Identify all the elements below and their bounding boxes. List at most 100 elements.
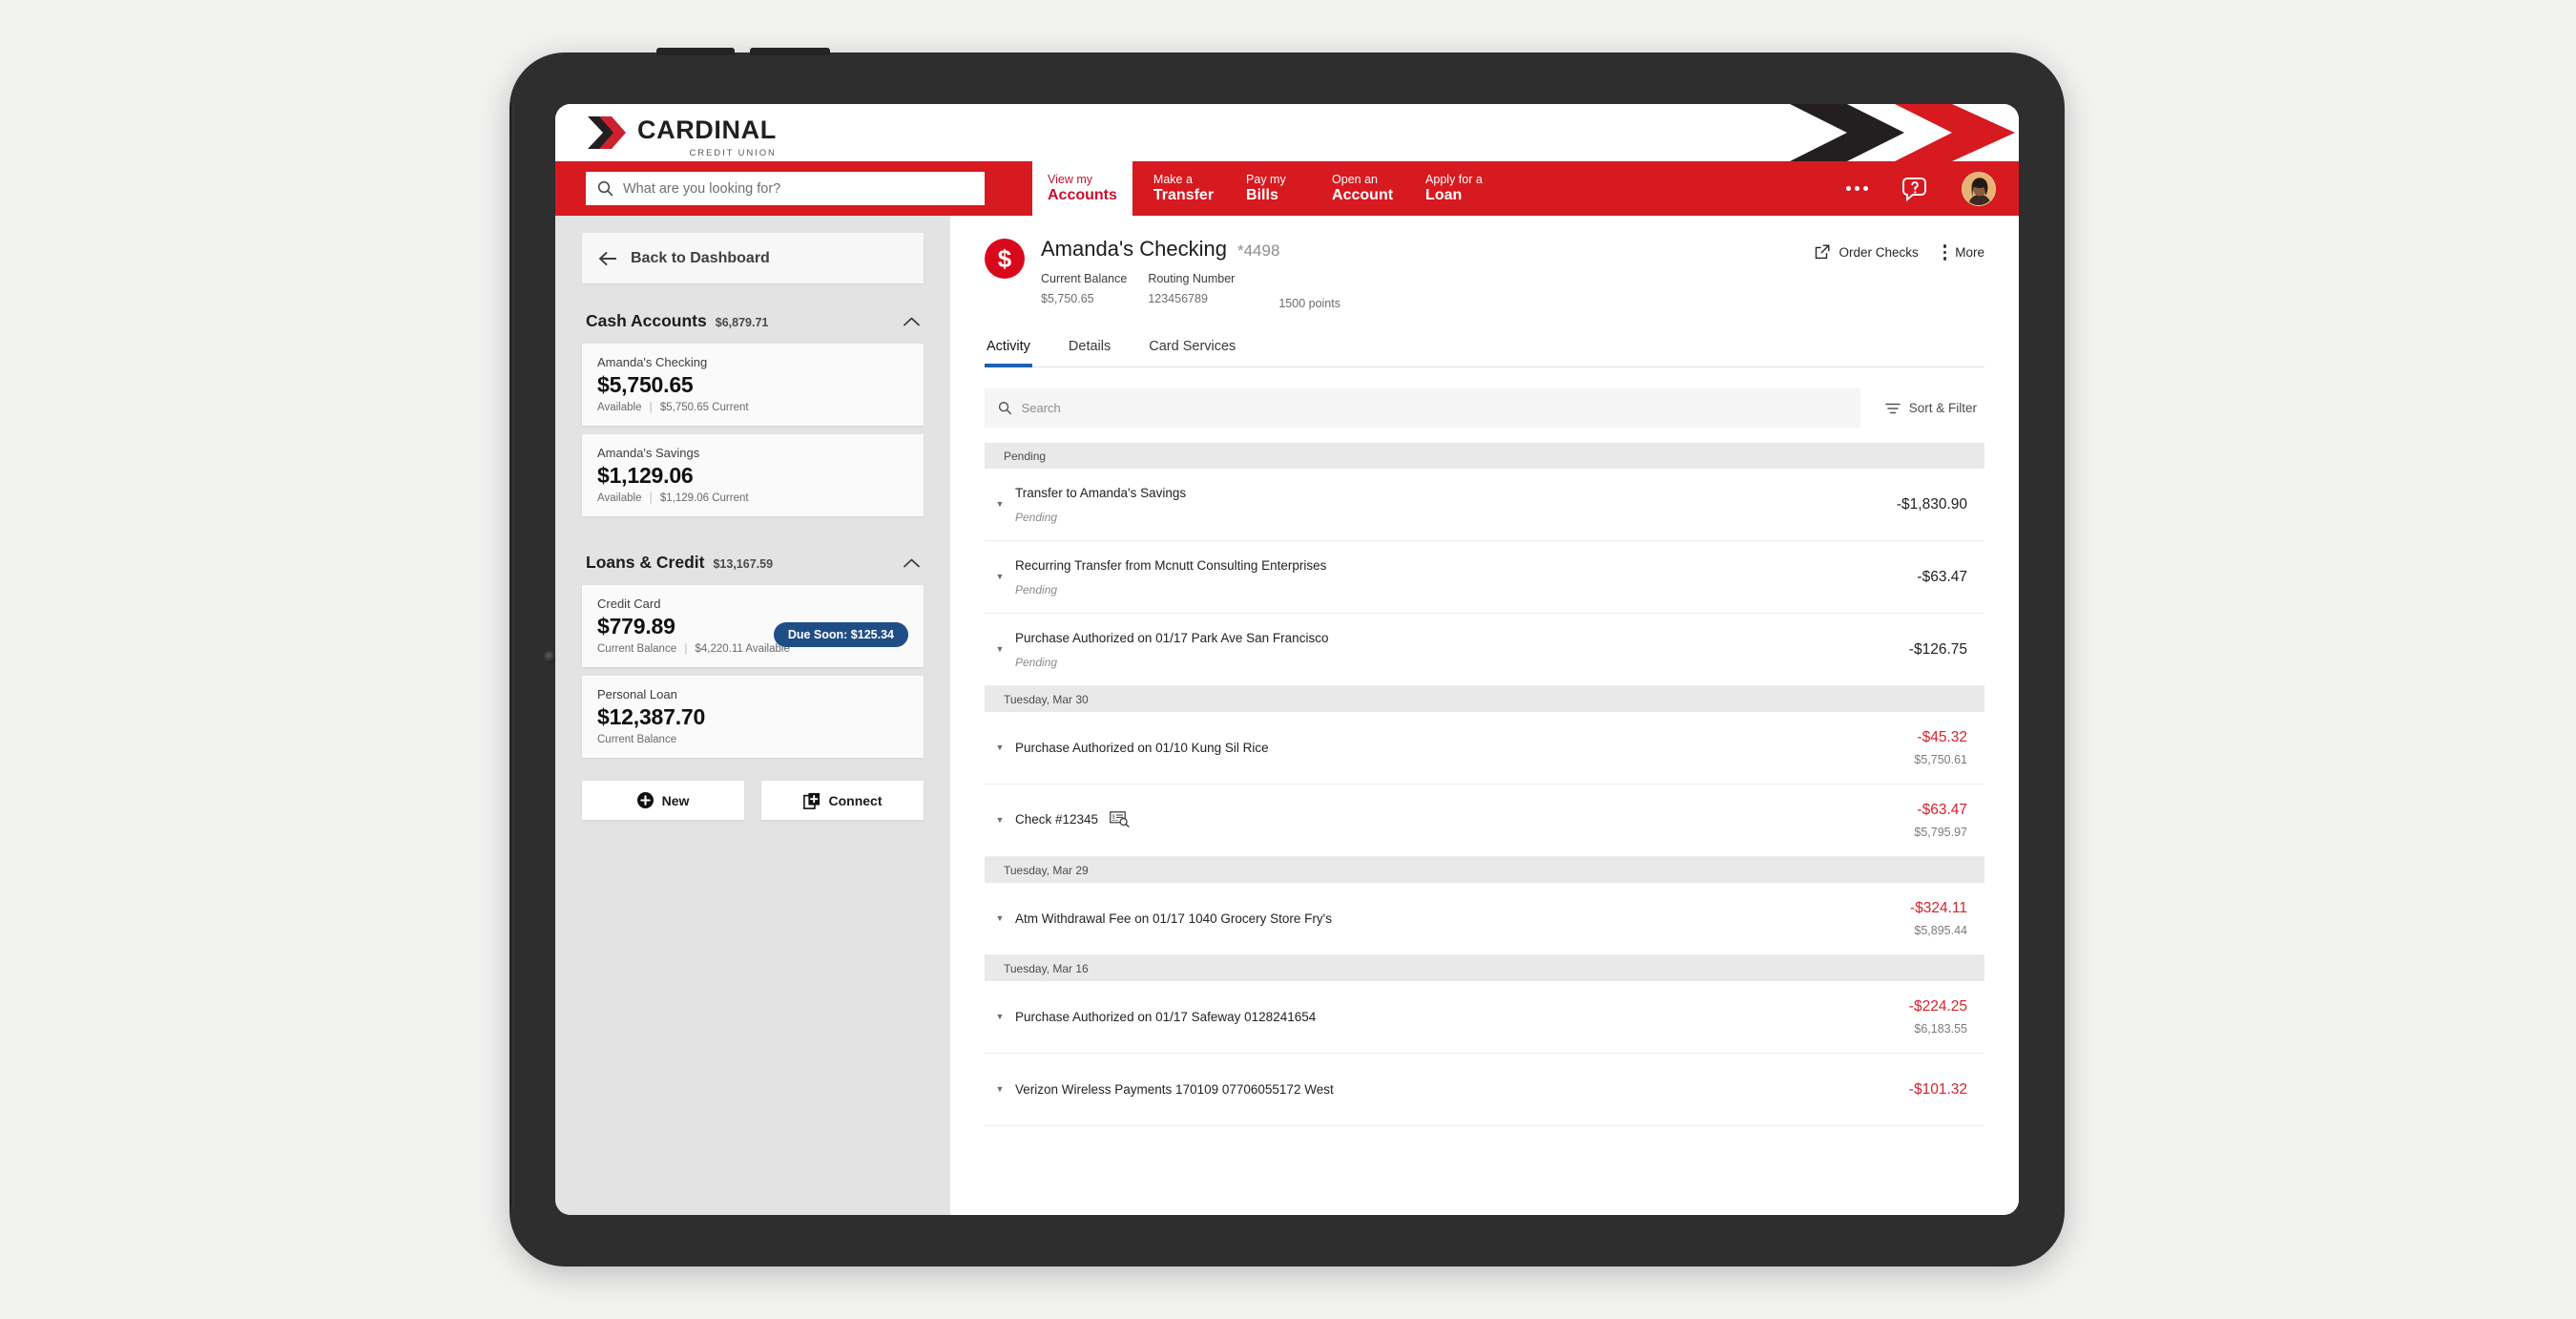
field-label: Routing Number <box>1148 272 1236 285</box>
help-chat-icon[interactable] <box>1901 175 1929 203</box>
table-row[interactable]: ▼ Transfer to Amanda's Savings Pending -… <box>985 469 1984 541</box>
global-search-input[interactable] <box>623 180 973 197</box>
nav-item-apply-for-a-loan[interactable]: Apply for a Loan <box>1425 161 1483 216</box>
transaction-amount-cell: -$324.11 $5,895.44 <box>1834 900 1977 937</box>
field-points: 1500 points <box>1278 290 1340 310</box>
ellipsis-icon[interactable] <box>1846 186 1868 191</box>
transaction-description-cell: Purchase Authorized on 01/17 Safeway 012… <box>1011 1010 1834 1024</box>
transaction-amount: -$1,830.90 <box>1896 495 1967 513</box>
new-account-button[interactable]: New <box>582 781 744 820</box>
transaction-amount: -$126.75 <box>1908 640 1967 658</box>
transaction-search-box[interactable] <box>985 388 1860 428</box>
account-header: $ Amanda's Checking *4498 Current Balanc… <box>985 237 1984 310</box>
transaction-amount-cell: -$1,830.90 <box>1834 496 1977 513</box>
connect-account-button[interactable]: Connect <box>761 781 924 820</box>
sidebar-actions: New Connect <box>582 781 924 820</box>
nav-item-pay-my-bills[interactable]: Pay my Bills <box>1246 161 1299 216</box>
tab-activity[interactable]: Activity <box>985 339 1032 367</box>
transaction-description-cell: Purchase Authorized on 01/10 Kung Sil Ri… <box>1011 741 1834 755</box>
points-value: 1500 points <box>1278 297 1340 310</box>
account-title-row: Amanda's Checking *4498 <box>1041 237 1361 262</box>
order-checks-button[interactable]: Order Checks <box>1815 244 1919 260</box>
search-icon <box>597 180 613 197</box>
account-meta-right: $1,129.06 Current <box>659 492 749 504</box>
user-avatar[interactable] <box>1962 171 1996 206</box>
sort-and-filter-label: Sort & Filter <box>1908 401 1977 415</box>
expand-caret-icon[interactable]: ▼ <box>988 743 1011 752</box>
table-row[interactable]: ▼ Purchase Authorized on 01/10 Kung Sil … <box>985 712 1984 785</box>
arrow-left-icon <box>599 251 616 265</box>
nav-item-line2: Account <box>1332 187 1394 204</box>
tab-card-services[interactable]: Card Services <box>1147 339 1237 367</box>
expand-caret-icon[interactable]: ▼ <box>988 816 1011 825</box>
nav-item-line1: Open an <box>1332 172 1379 186</box>
transaction-status: Pending <box>1015 510 1058 524</box>
transaction-amount: -$101.32 <box>1908 1080 1967 1098</box>
plus-circle-icon <box>636 792 654 808</box>
section-header-loans-and-credit[interactable]: Loans & Credit $13,167.59 <box>582 525 924 585</box>
transaction-group-header: Tuesday, Mar 16 <box>985 955 1984 981</box>
table-row[interactable]: ▼ Recurring Transfer from Mcnutt Consult… <box>985 541 1984 614</box>
transaction-status: Pending <box>1015 582 1058 597</box>
expand-caret-icon[interactable]: ▼ <box>988 645 1011 654</box>
account-name: Amanda's Checking <box>597 355 708 369</box>
table-row[interactable]: ▼ Purchase Authorized on 01/17 Safeway 0… <box>985 981 1984 1054</box>
tab-details[interactable]: Details <box>1067 339 1112 367</box>
sidebar-account-credit-card[interactable]: Credit Card $779.89 Due Soon: $125.34 Cu… <box>582 585 924 667</box>
svg-text:$: $ <box>1111 814 1114 820</box>
cardinal-chevron-logo-icon <box>588 116 626 149</box>
transaction-description: Purchase Authorized on 01/17 Safeway 012… <box>1015 1010 1317 1024</box>
status-badge-due-soon: Due Soon: $125.34 <box>773 622 908 647</box>
section-header-cash-accounts[interactable]: Cash Accounts $6,879.71 <box>582 283 924 344</box>
account-name: Amanda's Savings <box>597 446 700 460</box>
sidebar-account-amandas-savings[interactable]: Amanda's Savings $1,129.06 Available | $… <box>582 434 924 516</box>
table-row[interactable]: ▼ Purchase Authorized on 01/17 Park Ave … <box>985 614 1984 686</box>
table-row[interactable]: ▼ Check #12345 $ -$63.47 $5,795.97 <box>985 785 1984 857</box>
volume-down-button[interactable] <box>750 48 830 55</box>
field-value: 123456789 <box>1148 292 1208 305</box>
transaction-group-header: Tuesday, Mar 30 <box>985 686 1984 712</box>
transaction-description-cell: Transfer to Amanda's Savings Pending <box>1011 486 1834 524</box>
global-search-box[interactable] <box>586 172 985 205</box>
transaction-search-input[interactable] <box>1021 401 1847 415</box>
view-check-image-icon[interactable]: $ <box>1110 810 1130 830</box>
meta-divider: | <box>649 402 653 413</box>
expand-caret-icon[interactable]: ▼ <box>988 1085 1011 1094</box>
transaction-amount-cell: -$101.32 <box>1834 1081 1977 1099</box>
transaction-group-header: Tuesday, Mar 29 <box>985 857 1984 883</box>
more-options-button[interactable]: More <box>1942 244 1984 261</box>
account-name: Credit Card <box>597 597 661 611</box>
kebab-icon <box>1942 244 1947 261</box>
brand-logo[interactable]: CARDINAL CREDIT UNION <box>586 115 777 158</box>
running-balance: $5,750.61 <box>1914 753 1967 766</box>
search-icon <box>998 402 1011 415</box>
volume-up-button[interactable] <box>656 48 735 55</box>
transaction-description-with-check: Check #12345 $ <box>1015 810 1834 830</box>
accounts-sidebar: Back to Dashboard Cash Accounts $6,879.7… <box>555 216 950 1215</box>
account-fields: Current Balance $5,750.65 Routing Number… <box>1041 272 1361 310</box>
transaction-description-cell: Atm Withdrawal Fee on 01/17 1040 Grocery… <box>1011 911 1834 926</box>
account-balance: $5,750.65 <box>597 372 694 397</box>
account-meta-left: Available <box>597 492 642 504</box>
sidebar-account-personal-loan[interactable]: Personal Loan $12,387.70 Current Balance <box>582 676 924 758</box>
transaction-description: Transfer to Amanda's Savings <box>1015 485 1187 500</box>
nav-right-actions <box>1846 161 2019 216</box>
transaction-description: Purchase Authorized on 01/17 Park Ave Sa… <box>1015 630 1329 645</box>
transaction-amount-cell: -$63.47 <box>1834 569 1977 586</box>
nav-item-view-my-accounts[interactable]: View my Accounts <box>1032 161 1132 216</box>
expand-caret-icon[interactable]: ▼ <box>988 573 1011 581</box>
table-row[interactable]: ▼ Atm Withdrawal Fee on 01/17 1040 Groce… <box>985 883 1984 955</box>
nav-item-make-a-transfer[interactable]: Make a Transfer <box>1153 161 1214 216</box>
expand-caret-icon[interactable]: ▼ <box>988 914 1011 923</box>
table-row[interactable]: ▼ Verizon Wireless Payments 170109 07706… <box>985 1054 1984 1126</box>
expand-caret-icon[interactable]: ▼ <box>988 500 1011 509</box>
sidebar-account-amandas-checking[interactable]: Amanda's Checking $5,750.65 Available | … <box>582 344 924 426</box>
nav-item-open-an-account[interactable]: Open an Account <box>1332 161 1393 216</box>
header-chevron-decoration <box>1790 104 2015 161</box>
account-meta-right: $4,220.11 Available <box>695 643 790 655</box>
expand-caret-icon[interactable]: ▼ <box>988 1013 1011 1021</box>
sort-and-filter-button[interactable]: Sort & Filter <box>1878 401 1984 415</box>
account-meta: Available | $1,129.06 Current <box>597 492 908 504</box>
back-to-dashboard-button[interactable]: Back to Dashboard <box>582 233 924 283</box>
